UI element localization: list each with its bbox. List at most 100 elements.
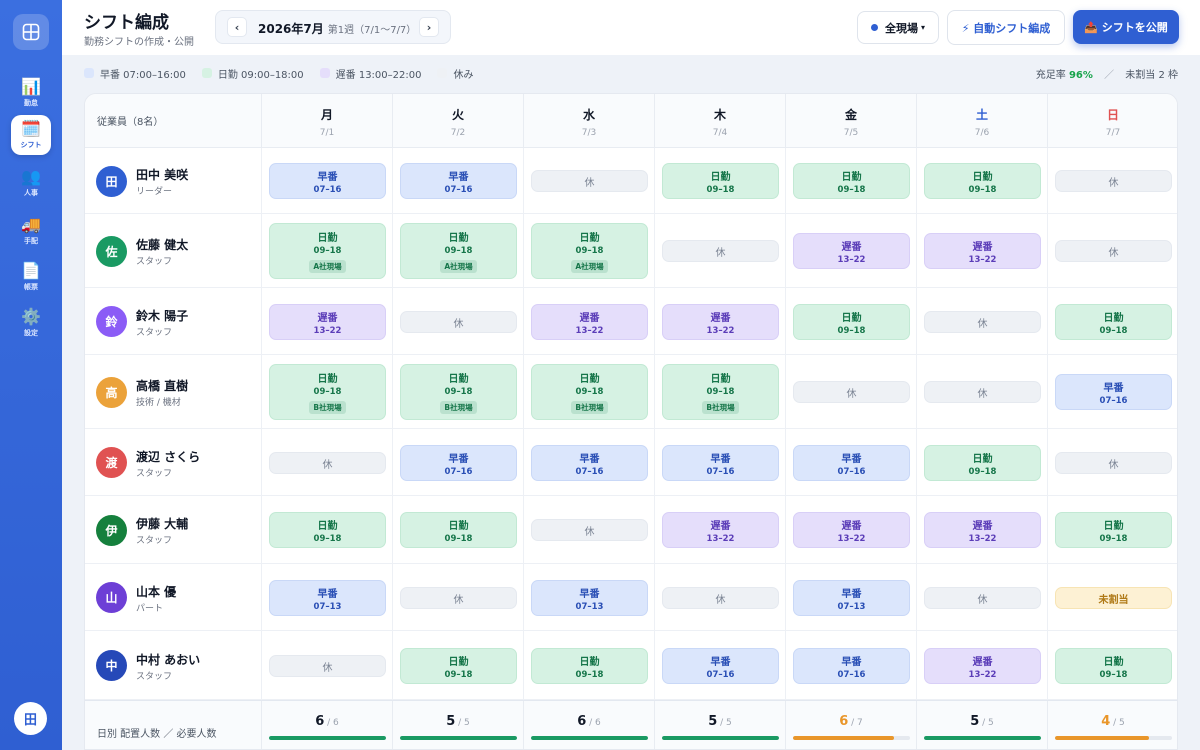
shift-chip-late[interactable]: 遅番 13–22 [924, 233, 1041, 269]
shift-chip-day[interactable]: 日勤 09–18 [400, 648, 517, 684]
shift-time: 07–13 [837, 601, 866, 612]
next-week-button[interactable]: › [419, 17, 439, 37]
shift-chip-early[interactable]: 早番 07–16 [1055, 374, 1172, 410]
shift-chip-day[interactable]: 日勤 09–18 [1055, 512, 1172, 548]
shift-label: 早番 [448, 171, 469, 183]
shift-chip-off[interactable]: 休 [924, 381, 1041, 403]
coverage-bar-fill [662, 736, 779, 740]
shift-chip-early[interactable]: 早番 07–16 [793, 648, 910, 684]
employee-cell[interactable]: 中中村 あおい スタッフ [85, 631, 261, 699]
shift-chip-day[interactable]: 日勤 09–18 [793, 163, 910, 199]
shift-chip-late[interactable]: 遅番 13–22 [531, 304, 648, 340]
sidebar-item-2[interactable]: 👥 人事 [11, 163, 51, 203]
shift-chip-early[interactable]: 早番 07–16 [662, 445, 779, 481]
shift-cell: 日勤 09–18 [392, 496, 523, 563]
shift-chip-late[interactable]: 遅番 13–22 [793, 233, 910, 269]
shift-chip-early[interactable]: 早番 07–13 [531, 580, 648, 616]
shift-chip-off[interactable]: 休 [1055, 240, 1172, 262]
shift-chip-day[interactable]: 日勤 09–18 B社現場 [662, 364, 779, 420]
shift-chip-late[interactable]: 遅番 13–22 [924, 648, 1041, 684]
shift-cell: 日勤 09–18 [916, 429, 1047, 495]
site-filter-dropdown[interactable]: 全現場 ▾ [857, 11, 939, 44]
shift-chip-early[interactable]: 早番 07–13 [269, 580, 386, 616]
count-separator: / [586, 718, 596, 728]
shift-chip-unassigned[interactable]: 未割当 [1055, 587, 1172, 609]
shift-chip-day[interactable]: 日勤 09–18 [1055, 304, 1172, 340]
shift-chip-off[interactable]: 休 [400, 587, 517, 609]
sidebar-item-3[interactable]: 🚚 手配 [11, 211, 51, 251]
shift-chip-day[interactable]: 日勤 09–18 A社現場 [531, 223, 648, 279]
shift-chip-early[interactable]: 早番 07–16 [400, 163, 517, 199]
shift-chip-off[interactable]: 休 [662, 240, 779, 262]
shift-chip-late[interactable]: 遅番 13–22 [924, 512, 1041, 548]
shift-chip-off[interactable]: 休 [1055, 170, 1172, 192]
employee-cell[interactable]: 佐佐藤 健太 スタッフ [85, 214, 261, 287]
shift-chip-day[interactable]: 日勤 09–18 [1055, 648, 1172, 684]
shift-chip-day[interactable]: 日勤 09–18 B社現場 [400, 364, 517, 420]
shift-chip-off[interactable]: 休 [793, 381, 910, 403]
coverage-bar [269, 736, 386, 740]
shift-chip-late[interactable]: 遅番 13–22 [269, 304, 386, 340]
chevron-down-icon: ▾ [920, 23, 925, 32]
shift-chip-early[interactable]: 早番 07–16 [793, 445, 910, 481]
shift-chip-off[interactable]: 休 [269, 452, 386, 474]
shift-chip-late[interactable]: 遅番 13–22 [662, 304, 779, 340]
avatar: 山 [96, 582, 127, 613]
app-logo-icon[interactable] [13, 14, 49, 50]
shift-chip-off[interactable]: 休 [400, 311, 517, 333]
shift-chip-day[interactable]: 日勤 09–18 [793, 304, 910, 340]
shift-chip-off[interactable]: 休 [662, 587, 779, 609]
daily-total-cell: 6 / 6 [261, 701, 392, 749]
shift-time: 09–18 [968, 466, 997, 477]
count-separator: / [979, 718, 989, 728]
shift-chip-late[interactable]: 遅番 13–22 [793, 512, 910, 548]
shift-chip-off[interactable]: 休 [269, 655, 386, 677]
employee-cell[interactable]: 伊伊藤 大輔 スタッフ [85, 496, 261, 563]
shift-chip-day[interactable]: 日勤 09–18 [531, 648, 648, 684]
shift-chip-off[interactable]: 休 [531, 170, 648, 192]
sidebar-item-1[interactable]: 🗓️ シフト [11, 115, 51, 155]
legend-label: 休み [453, 69, 474, 81]
sidebar-item-0[interactable]: 📊 勤怠 [11, 73, 51, 113]
employee-cell[interactable]: 山山本 優パート [85, 564, 261, 630]
avatar: 佐 [96, 236, 127, 267]
shift-chip-day[interactable]: 日勤 09–18 A社現場 [400, 223, 517, 279]
employee-cell[interactable]: 渡渡辺 さくら スタッフ [85, 429, 261, 495]
shift-chip-day[interactable]: 日勤 09–18 [662, 163, 779, 199]
site-filter-label: 全現場 [884, 21, 918, 35]
shift-chip-off[interactable]: 休 [531, 519, 648, 541]
publish-shift-button[interactable]: 📤 シフトを公開 [1073, 10, 1179, 44]
shift-chip-early[interactable]: 早番 07–16 [662, 648, 779, 684]
shift-chip-day[interactable]: 日勤 09–18 [400, 512, 517, 548]
shift-chip-early[interactable]: 早番 07–16 [400, 445, 517, 481]
shift-chip-off[interactable]: 休 [924, 311, 1041, 333]
user-avatar-button[interactable]: 田 [14, 702, 47, 735]
table-row: 高高橋 直樹 技術 / 機材 日勤 09–18 B社現場 日勤 09–18 B社現場 日勤 09–… [85, 355, 1177, 429]
auto-schedule-button[interactable]: ⚡ 自動シフト編成 [947, 10, 1065, 45]
employee-cell[interactable]: 高高橋 直樹 技術 / 機材 [85, 355, 261, 428]
prev-week-button[interactable]: ‹ [227, 17, 247, 37]
sidebar-item-5[interactable]: ⚙️ 設定 [11, 303, 51, 343]
shift-chip-early[interactable]: 早番 07–13 [793, 580, 910, 616]
employee-cell[interactable]: 田田中 美咲 リーダー [85, 148, 261, 213]
shift-chip-day[interactable]: 日勤 09–18 [269, 512, 386, 548]
employee-cell[interactable]: 鈴鈴木 陽子 スタッフ [85, 288, 261, 354]
shift-chip-late[interactable]: 遅番 13–22 [662, 512, 779, 548]
shift-chip-off[interactable]: 休 [924, 587, 1041, 609]
shift-chip-day[interactable]: 日勤 09–18 [924, 445, 1041, 481]
shift-cell: 休 [1047, 214, 1177, 287]
sidebar-item-4[interactable]: 📄 帳票 [11, 257, 51, 297]
shift-chip-day[interactable]: 日勤 09–18 A社現場 [269, 223, 386, 279]
shift-chip-early[interactable]: 早番 07–16 [269, 163, 386, 199]
day-name: 月 [320, 108, 333, 122]
shift-chip-off[interactable]: 休 [1055, 452, 1172, 474]
week-main: 2026年7月 [258, 22, 324, 36]
shift-chip-day[interactable]: 日勤 09–18 B社現場 [269, 364, 386, 420]
daily-total-cell: 4 / 5 [1047, 701, 1177, 749]
shift-chip-early[interactable]: 早番 07–16 [531, 445, 648, 481]
shift-cell: 日勤 09–18 [916, 148, 1047, 213]
day-date: 7/1 [319, 128, 335, 138]
shift-chip-day[interactable]: 日勤 09–18 [924, 163, 1041, 199]
shift-chip-day[interactable]: 日勤 09–18 B社現場 [531, 364, 648, 420]
shift-time: 07–16 [575, 466, 604, 477]
